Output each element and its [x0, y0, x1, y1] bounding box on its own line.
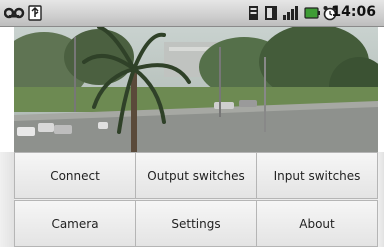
menu-margin-left [0, 152, 14, 247]
usb-icon [28, 5, 42, 21]
clock-time: 14:06 [331, 4, 376, 20]
voicemail-icon [4, 7, 25, 19]
battery-icon [304, 7, 320, 19]
status-bar: 14:06 [0, 0, 384, 27]
settings-button[interactable]: Settings [135, 200, 257, 247]
output-switches-button[interactable]: Output switches [135, 152, 257, 199]
sd-card-icon [249, 6, 258, 20]
options-menu: Connect Output switches Input switches C… [14, 152, 378, 247]
connect-button[interactable]: Connect [14, 152, 136, 199]
vibrate-icon [265, 6, 277, 20]
input-switches-button[interactable]: Input switches [256, 152, 378, 199]
menu-margin-right [378, 152, 384, 247]
signal-icon [283, 6, 298, 20]
camera-button[interactable]: Camera [14, 200, 136, 247]
about-button[interactable]: About [256, 200, 378, 247]
camera-image [14, 27, 378, 152]
